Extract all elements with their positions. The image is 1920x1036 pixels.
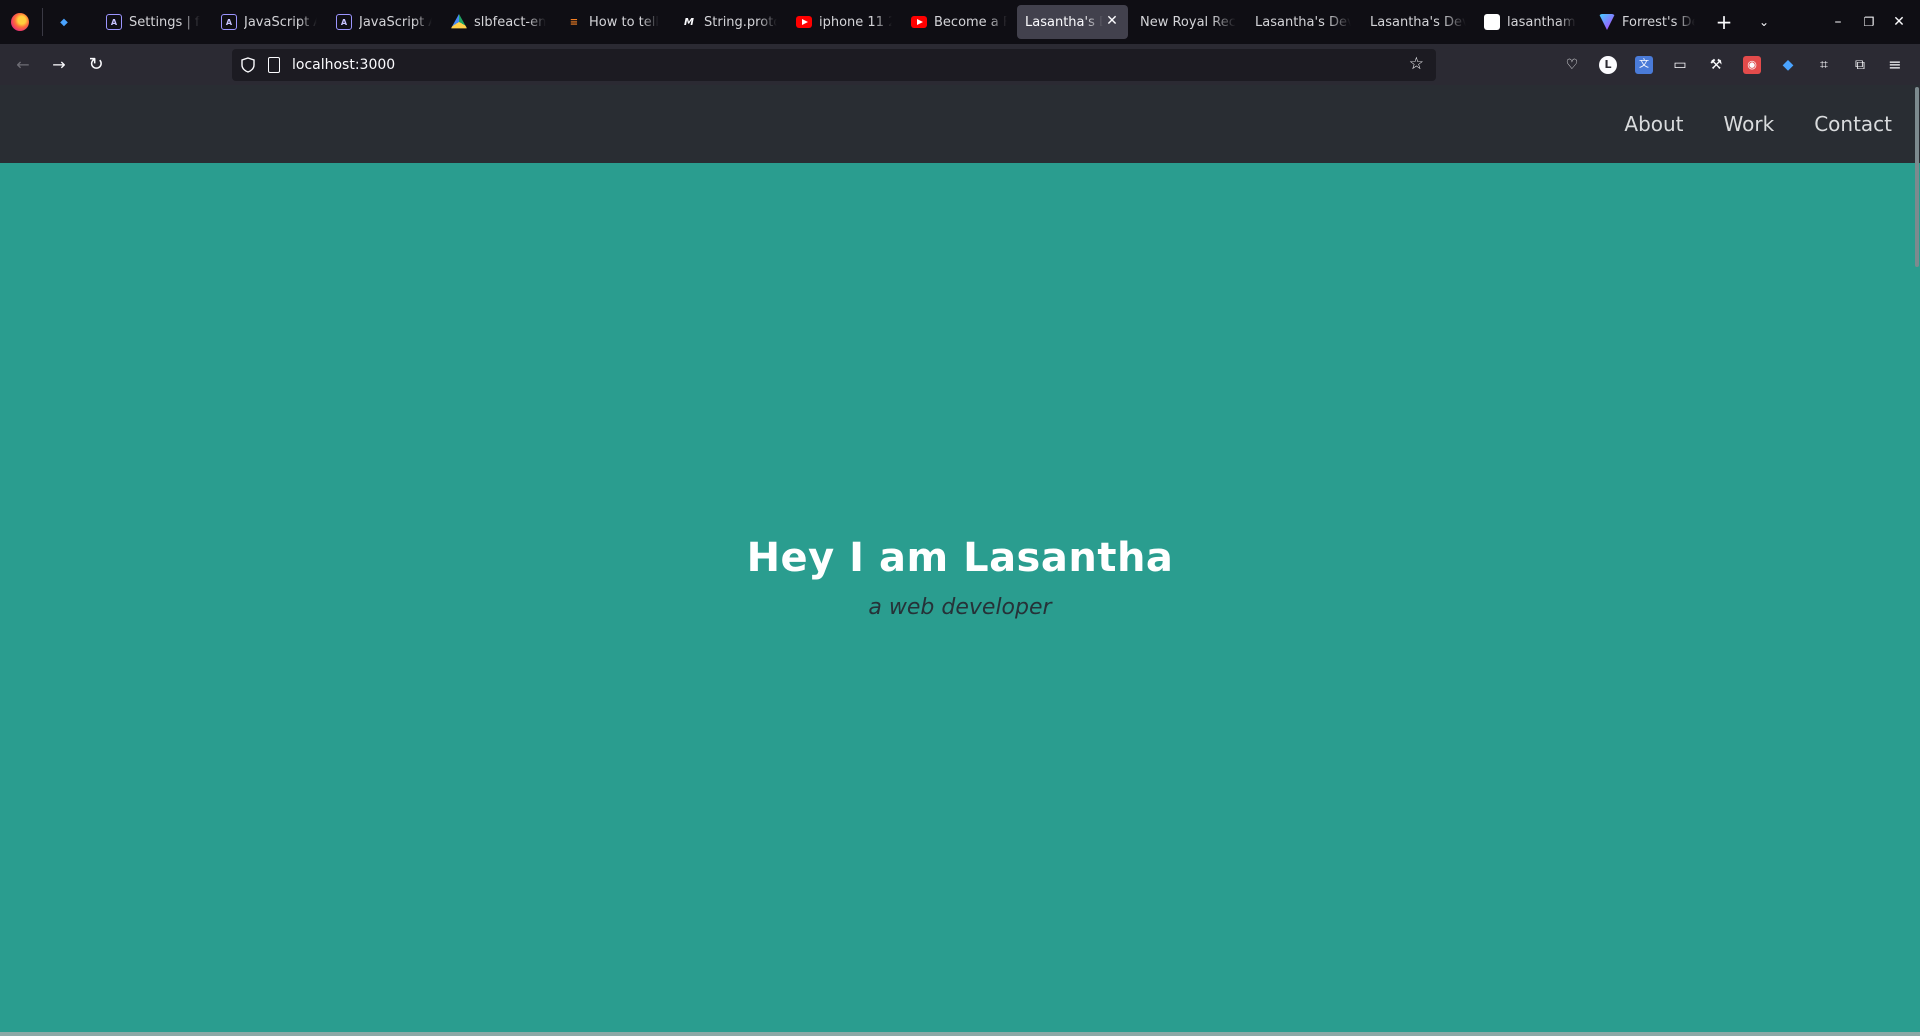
reload-icon[interactable]: ↻: [84, 53, 108, 77]
extension-l-icon[interactable]: L: [1599, 56, 1617, 74]
tab[interactable]: Lasantha's Dev: [1370, 5, 1466, 39]
aws-amplify-icon: A: [336, 14, 352, 30]
tab-title: slbfeact-en: [474, 14, 547, 30]
close-tab-icon[interactable]: ✕: [1104, 13, 1120, 29]
firefox-icon: [11, 13, 29, 31]
translate-icon[interactable]: 文: [1635, 56, 1653, 74]
tab-title: iphone 11 2: [819, 14, 892, 30]
scrollbar-thumb[interactable]: [1915, 87, 1919, 267]
tab[interactable]: lasantham: [1484, 5, 1580, 39]
nav-link-contact[interactable]: Contact: [1814, 112, 1892, 136]
nav-link-about[interactable]: About: [1624, 112, 1683, 136]
page-viewport: About Work Contact Hey I am Lasantha a w…: [0, 85, 1920, 1036]
tab[interactable]: A JavaScript A: [336, 5, 432, 39]
tab-pinned[interactable]: ◆: [56, 5, 80, 39]
tab-title: JavaScript A: [359, 14, 432, 30]
navigation-toolbar: ← → ↻ localhost:3000 ☆ ♡ L 文 ▭ ⚒ ◉ ◆ ⌗ ⧉…: [0, 44, 1920, 85]
hero-section: Hey I am Lasantha a web developer: [0, 535, 1920, 620]
screenshot-camera-icon[interactable]: ◉: [1743, 56, 1761, 74]
tab[interactable]: Forrest's De: [1599, 5, 1695, 39]
crop-icon[interactable]: ⌗: [1815, 56, 1833, 74]
tab-strip-divider: [42, 8, 43, 36]
site-nav: About Work Contact: [1624, 85, 1892, 163]
tab[interactable]: M String.protc: [681, 5, 777, 39]
stackoverflow-icon: ≡: [569, 16, 579, 28]
extension-tool-icon[interactable]: ⚒: [1707, 56, 1725, 74]
tab-title: Forrest's De: [1622, 14, 1695, 30]
tab[interactable]: A Settings | f: [106, 5, 202, 39]
aws-amplify-icon: A: [221, 14, 237, 30]
minimize-window-icon[interactable]: –: [1826, 10, 1850, 34]
tab-title: JavaScript A: [244, 14, 317, 30]
tab-title: Become a F: [934, 14, 1007, 30]
tab[interactable]: iphone 11 2: [796, 5, 892, 39]
tab[interactable]: ≡ How to tell: [566, 5, 662, 39]
hero-subtitle: a web developer: [868, 595, 1052, 620]
new-tab-plus-icon[interactable]: +: [1712, 10, 1736, 34]
tab-title: Lasantha's Dev: [1255, 14, 1351, 30]
extensions-puzzle-icon[interactable]: ⧉: [1851, 56, 1869, 74]
nav-link-work[interactable]: Work: [1724, 112, 1775, 136]
address-bar[interactable]: localhost:3000 ☆: [232, 49, 1436, 81]
horizontal-scrollbar[interactable]: [0, 1032, 1920, 1036]
extension-card-icon[interactable]: ▭: [1671, 56, 1689, 74]
tab-title: Lasantha's Dev: [1370, 14, 1466, 30]
m-icon: M: [684, 16, 694, 28]
tracking-protection-shield-icon[interactable]: [240, 57, 256, 73]
bookmark-star-icon[interactable]: ☆: [1409, 54, 1424, 74]
vite-icon: [1599, 14, 1615, 30]
gem-extension-icon[interactable]: ◆: [1779, 56, 1797, 74]
tab[interactable]: A JavaScript A: [221, 5, 317, 39]
firefox-menu-button[interactable]: [8, 10, 32, 34]
url-text[interactable]: localhost:3000: [292, 57, 395, 73]
tab-title: Lasantha's D: [1025, 14, 1103, 30]
youtube-icon: [796, 16, 812, 28]
tab-title: lasantham: [1507, 14, 1576, 30]
close-window-icon[interactable]: ✕: [1887, 10, 1911, 34]
youtube-icon: [911, 16, 927, 28]
github-icon: [1484, 14, 1500, 30]
tab-title: How to tell: [589, 14, 659, 30]
page-info-icon[interactable]: [268, 57, 280, 73]
pocket-icon[interactable]: ♡: [1563, 56, 1581, 74]
tab[interactable]: New Royal Rec: [1140, 5, 1236, 39]
tab[interactable]: slbfeact-en: [451, 5, 547, 39]
hero-title: Hey I am Lasantha: [746, 535, 1174, 581]
tab-strip: ◆ A Settings | f A JavaScript A A JavaSc…: [0, 0, 1920, 44]
site-header: About Work Contact: [0, 85, 1920, 163]
tab-title: Settings | f: [129, 14, 200, 30]
aws-amplify-icon: A: [106, 14, 122, 30]
tab[interactable]: Lasantha's Dev: [1255, 5, 1351, 39]
restore-window-icon[interactable]: ❐: [1857, 10, 1881, 34]
vertical-scrollbar[interactable]: [1914, 85, 1920, 1036]
hamburger-menu-icon[interactable]: ≡: [1886, 56, 1904, 74]
tab-title: New Royal Rec: [1140, 14, 1236, 30]
forward-arrow-icon[interactable]: →: [47, 53, 71, 77]
tab[interactable]: Become a F: [911, 5, 1007, 39]
google-drive-icon: [451, 14, 467, 29]
gem-icon: ◆: [60, 16, 68, 28]
tab-title: String.protc: [704, 14, 777, 30]
tab-active[interactable]: Lasantha's D ✕: [1017, 5, 1128, 39]
back-arrow-icon[interactable]: ←: [11, 53, 35, 77]
list-all-tabs-chevron-icon[interactable]: ⌄: [1752, 10, 1776, 34]
